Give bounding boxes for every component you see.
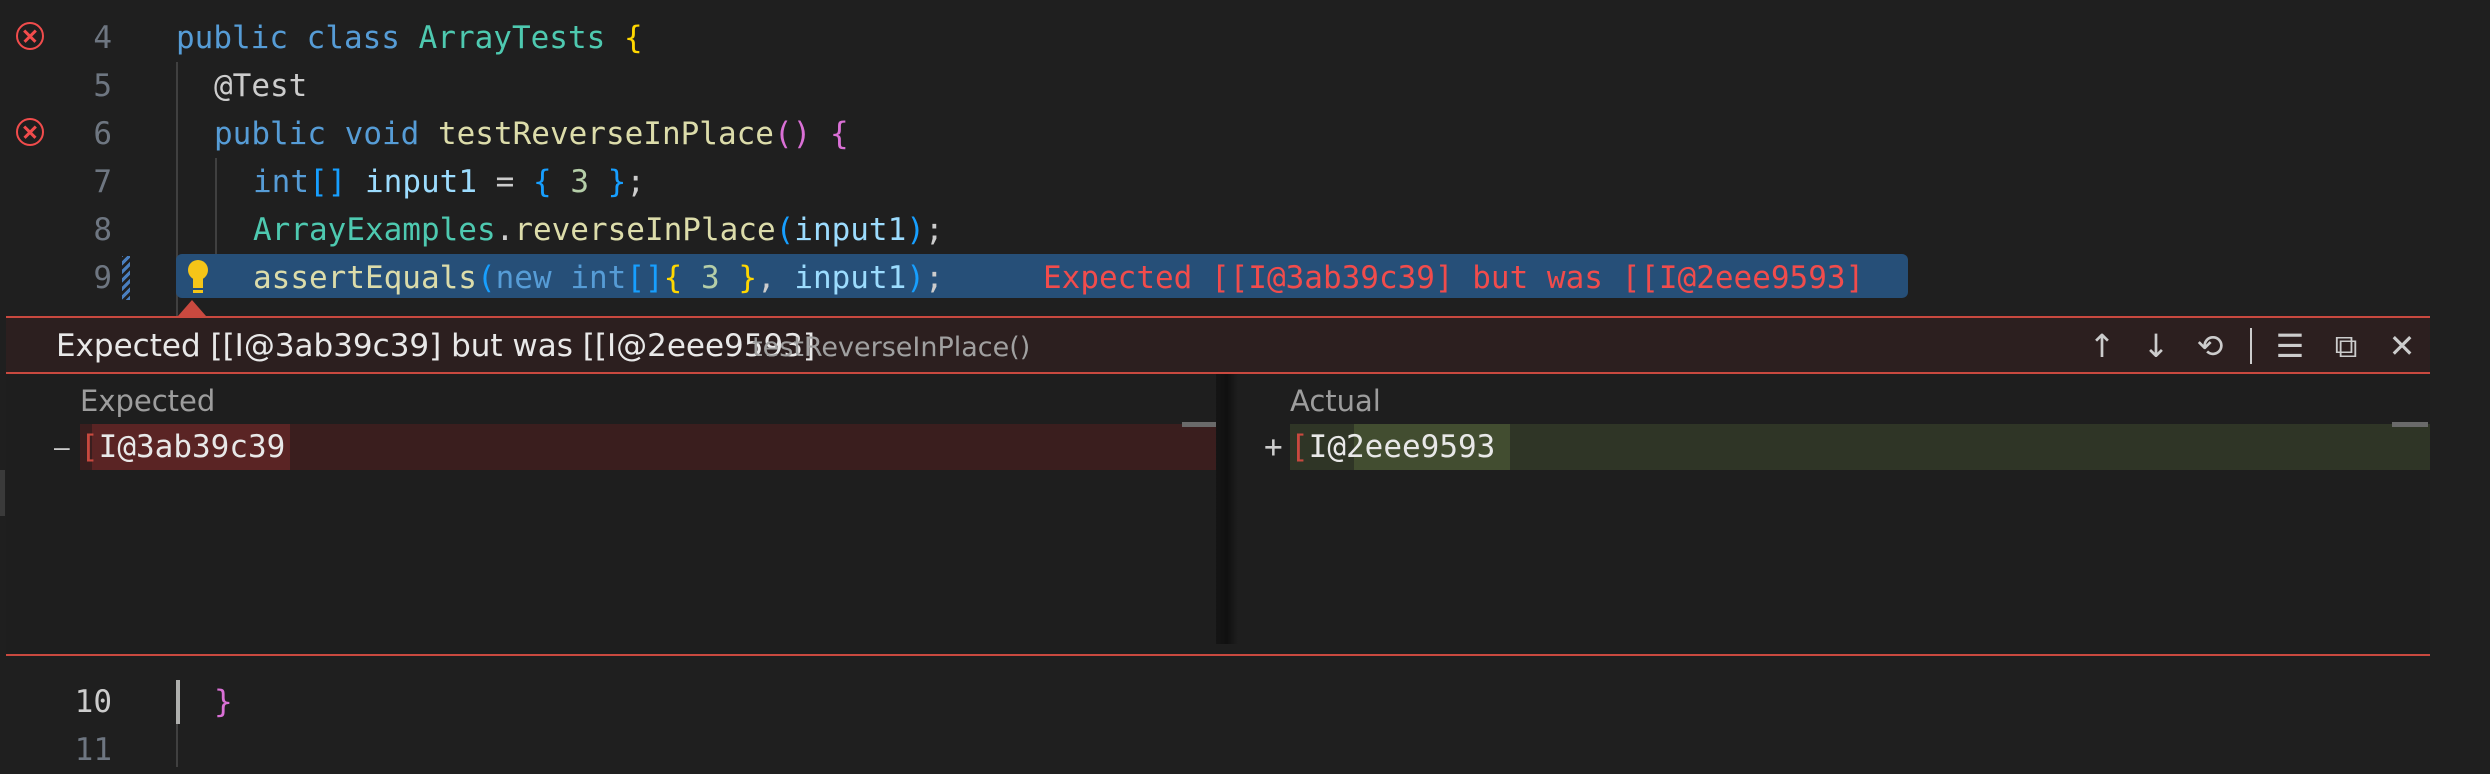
- modified-indicator: [122, 256, 130, 300]
- lightbulb-icon[interactable]: [180, 254, 216, 298]
- open-editor-icon[interactable]: ⧉: [2328, 328, 2364, 364]
- close-icon[interactable]: ✕: [2384, 328, 2420, 364]
- left-edge-marker: [0, 470, 5, 516]
- clear-icon[interactable]: ☰: [2272, 328, 2308, 364]
- text-cursor: [176, 680, 180, 724]
- arrow-down-icon[interactable]: ↓: [2138, 328, 2174, 364]
- line-number: 9: [93, 260, 112, 296]
- toolbar-separator: [2250, 328, 2252, 364]
- test-peek-header: Expected [[I@3ab39c39] but was [[I@2eee9…: [6, 316, 2430, 374]
- actual-label: Actual: [1290, 384, 1381, 418]
- scrollbar-thumb[interactable]: [2392, 422, 2428, 427]
- line-number: 6: [93, 116, 112, 152]
- line-number: 5: [93, 68, 112, 104]
- error-icon[interactable]: [16, 118, 44, 146]
- code-line-6[interactable]: public void testReverseInPlace() {: [214, 110, 849, 158]
- inline-error-message: Expected [[I@3ab39c39] but was [[I@2eee9…: [1043, 260, 1865, 296]
- line-number: 7: [93, 164, 112, 200]
- test-peek-body: Expected — [I@3ab39c39 Actual + [I@2eee9…: [6, 374, 2430, 656]
- added-marker: +: [1264, 429, 1283, 465]
- line-number: 10: [74, 684, 112, 720]
- code-line-8[interactable]: ArrayExamples.reverseInPlace(input1);: [253, 206, 944, 254]
- actual-value-line[interactable]: [I@2eee9593: [1290, 423, 1495, 471]
- indent-guide: [176, 724, 178, 767]
- peek-pointer: [178, 300, 206, 316]
- pane-divider[interactable]: [1216, 374, 1238, 644]
- code-line-4[interactable]: public class ArrayTests {: [176, 14, 643, 62]
- error-icon[interactable]: [16, 22, 44, 50]
- removed-marker: —: [54, 433, 70, 463]
- indent-guide: [215, 158, 217, 256]
- arrow-up-icon[interactable]: ↑: [2084, 328, 2120, 364]
- expected-label: Expected: [80, 384, 216, 418]
- code-line-5[interactable]: @Test: [214, 62, 307, 110]
- peek-test-name[interactable]: testReverseInPlace(): [752, 332, 1030, 363]
- history-icon[interactable]: ⟲: [2192, 328, 2228, 364]
- code-line-9[interactable]: assertEquals(new int[]{ 3 }, input1);: [253, 254, 944, 302]
- peek-message: Expected [[I@3ab39c39] but was [[I@2eee9…: [56, 328, 816, 364]
- line-number: 4: [93, 20, 112, 56]
- code-line-7[interactable]: int[] input1 = { 3 };: [253, 158, 645, 206]
- code-line-10[interactable]: }: [214, 678, 233, 726]
- expected-value-line[interactable]: [I@3ab39c39: [80, 423, 285, 471]
- scrollbar-thumb[interactable]: [1182, 422, 1218, 427]
- line-number: 8: [93, 212, 112, 248]
